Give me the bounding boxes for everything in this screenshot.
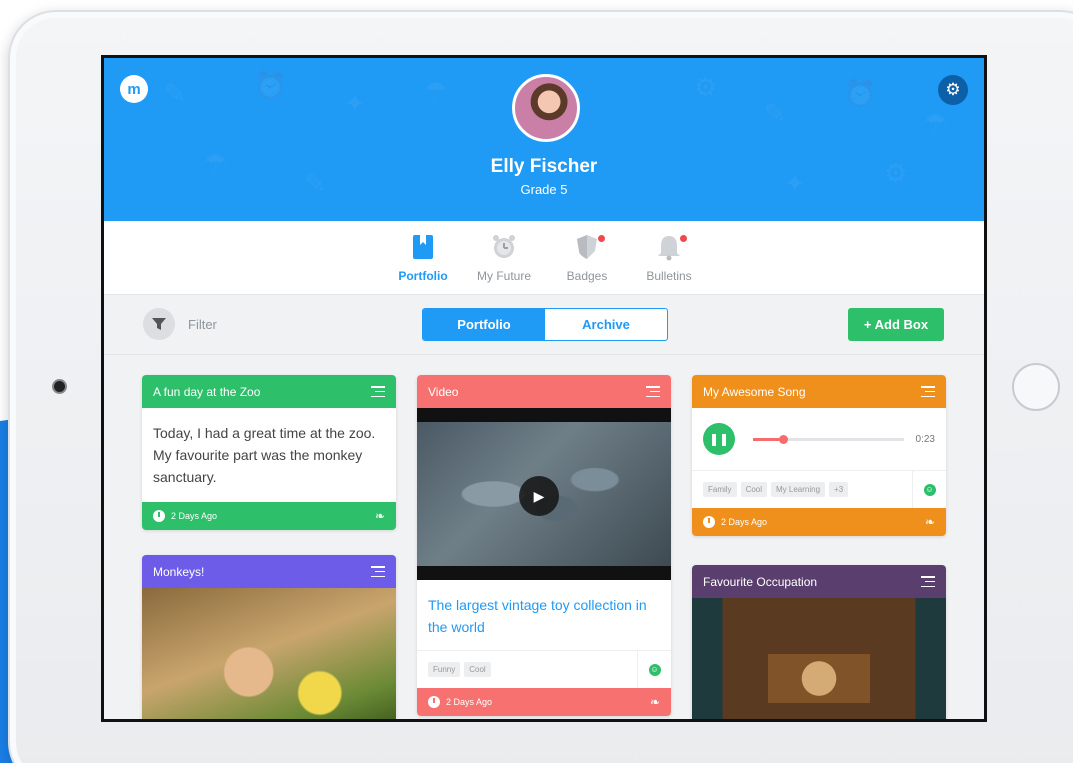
leaf-icon[interactable]: ❧ — [375, 509, 385, 523]
app-logo-button[interactable]: m — [120, 75, 148, 103]
toolbar: Filter Portfolio Archive + Add Box — [104, 295, 984, 355]
card-occupation[interactable]: Favourite Occupation — [692, 565, 946, 719]
monkey-photo — [142, 588, 396, 719]
avatar[interactable] — [512, 74, 580, 142]
card-footer: 2 Days Ago ❧ — [692, 508, 946, 536]
camera-icon — [54, 381, 65, 392]
tags-row: Funny Cool ☺ — [417, 650, 671, 688]
tag[interactable]: My Learning — [771, 482, 826, 497]
menu-icon[interactable] — [371, 386, 385, 397]
card-timestamp: 2 Days Ago — [721, 517, 768, 527]
tags-row: Family Cool My Learning +3 ☺ — [692, 470, 946, 508]
segment-portfolio[interactable]: Portfolio — [423, 309, 545, 340]
video-caption[interactable]: The largest vintage toy collection in th… — [417, 580, 671, 650]
audio-progress[interactable] — [753, 434, 904, 444]
card-header: Favourite Occupation — [692, 565, 946, 598]
home-button[interactable] — [1012, 363, 1060, 411]
smiley-icon[interactable]: ☺ — [923, 483, 936, 496]
card-monkeys[interactable]: Monkeys! — [142, 555, 396, 719]
badges-notification-dot — [598, 235, 605, 242]
filter-label[interactable]: Filter — [188, 317, 217, 332]
card-zoo[interactable]: A fun day at the Zoo Today, I had a grea… — [142, 375, 396, 530]
tag[interactable]: Funny — [428, 662, 461, 677]
menu-icon[interactable] — [371, 566, 385, 577]
card-footer: 2 Days Ago ❧ — [417, 688, 671, 716]
app-screen: ✎ ⏰ ✦ ☂ ⚙ ✎ ⏰ ☂ ☂ ✎ ✦ ⚙ m ⚙ Elly Fischer Grade… — [101, 55, 987, 722]
audio-progress-knob[interactable] — [779, 434, 789, 444]
gear-icon: ⚙ — [945, 80, 961, 99]
add-box-button[interactable]: + Add Box — [848, 308, 944, 341]
card-video[interactable]: Video ▶ The largest vintage toy collecti… — [417, 375, 671, 716]
settings-button[interactable]: ⚙ — [938, 75, 968, 105]
pause-button[interactable]: ❚❚ — [703, 423, 735, 455]
tab-badges[interactable]: Badges — [552, 231, 622, 283]
card-text: Today, I had a great time at the zoo. My… — [153, 425, 376, 485]
card-title: Video — [428, 384, 459, 399]
segment-archive[interactable]: Archive — [545, 309, 667, 340]
tab-my-future[interactable]: My Future — [469, 231, 539, 283]
leaf-icon[interactable]: ❧ — [650, 695, 660, 709]
profile-grade: Grade 5 — [520, 182, 568, 197]
audio-duration: 0:23 — [915, 433, 935, 445]
card-title: Favourite Occupation — [703, 574, 818, 589]
smiley-icon[interactable]: ☺ — [648, 663, 661, 676]
tab-portfolio[interactable]: Portfolio — [388, 231, 458, 283]
view-toggle: Portfolio Archive — [422, 308, 668, 341]
card-timestamp: 2 Days Ago — [171, 511, 218, 521]
tag[interactable]: Family — [703, 482, 737, 497]
card-header: Video — [417, 375, 671, 408]
main-nav: Portfolio My Future Badges Bulletins — [104, 221, 984, 295]
tag[interactable]: Cool — [740, 482, 768, 497]
tab-portfolio-label: Portfolio — [398, 269, 448, 283]
tab-bulletins[interactable]: Bulletins — [634, 231, 704, 283]
play-button[interactable]: ▶ — [519, 476, 559, 516]
filter-icon — [152, 318, 166, 330]
video-player[interactable]: ▶ — [417, 408, 671, 580]
card-title: A fun day at the Zoo — [153, 384, 261, 399]
occupation-photo — [692, 598, 946, 719]
bulletins-notification-dot — [680, 235, 687, 242]
tab-badges-label: Badges — [566, 269, 608, 283]
menu-icon[interactable] — [921, 386, 935, 397]
card-title: My Awesome Song — [703, 384, 806, 399]
bell-icon — [634, 231, 704, 263]
tab-bulletins-label: Bulletins — [646, 269, 692, 283]
portfolio-icon — [388, 231, 458, 263]
menu-icon[interactable] — [646, 386, 660, 397]
leaf-icon[interactable]: ❧ — [925, 515, 935, 529]
clock-icon — [703, 516, 715, 528]
card-song[interactable]: My Awesome Song ❚❚ 0:23 Family Cool My L… — [692, 375, 946, 536]
tag[interactable]: +3 — [829, 482, 849, 497]
clock-icon — [428, 696, 440, 708]
card-timestamp: 2 Days Ago — [446, 697, 493, 707]
card-title: Monkeys! — [153, 564, 205, 579]
tab-my-future-label: My Future — [476, 269, 531, 283]
shield-icon — [552, 231, 622, 263]
card-header: Monkeys! — [142, 555, 396, 588]
card-header: My Awesome Song — [692, 375, 946, 408]
alarm-clock-icon — [469, 231, 539, 263]
menu-icon[interactable] — [921, 576, 935, 587]
profile-name: Elly Fischer — [490, 156, 598, 177]
filter-button[interactable] — [143, 308, 175, 340]
tag[interactable]: Cool — [464, 662, 491, 677]
clock-icon — [153, 510, 165, 522]
card-header: A fun day at the Zoo — [142, 375, 396, 408]
card-footer: 2 Days Ago ❧ — [142, 502, 396, 530]
audio-player: ❚❚ 0:23 — [692, 408, 946, 470]
profile-header: ✎ ⏰ ✦ ☂ ⚙ ✎ ⏰ ☂ ☂ ✎ ✦ ⚙ m ⚙ Elly Fischer Grade… — [104, 58, 984, 221]
